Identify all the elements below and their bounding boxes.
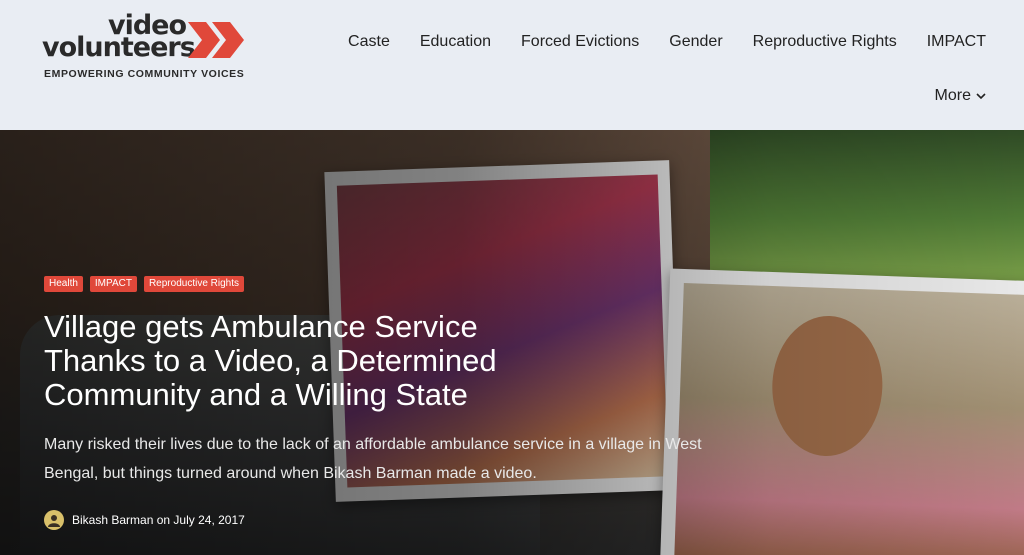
nav-item-impact[interactable]: IMPACT — [912, 30, 986, 54]
featured-article-hero[interactable]: Health IMPACT Reproductive Rights Villag… — [0, 130, 1024, 555]
nav-item-caste[interactable]: Caste — [333, 30, 405, 54]
article-excerpt: Many risked their lives due to the lack … — [44, 436, 702, 482]
date-prefix: on — [156, 513, 171, 527]
author-name[interactable]: Bikash Barman — [72, 513, 153, 527]
nav-item-forced-evictions[interactable]: Forced Evictions — [506, 30, 654, 54]
author-avatar[interactable] — [44, 510, 64, 530]
nav-item-gender[interactable]: Gender — [654, 30, 737, 54]
article-tags: Health IMPACT Reproductive Rights — [44, 276, 244, 292]
article-title[interactable]: Village gets Ambulance Service Thanks to… — [44, 310, 564, 412]
logo-word-volunteers: volunteers — [42, 32, 196, 63]
nav-item-education[interactable]: Education — [405, 30, 506, 54]
logo-tagline: EMPOWERING COMMUNITY VOICES — [44, 68, 245, 80]
tag-health[interactable]: Health — [44, 276, 83, 292]
main-nav: Caste Education Forced Evictions Gender … — [333, 30, 986, 54]
site-logo[interactable]: video volunteers EMPOWERING COMMUNITY VO… — [42, 12, 262, 82]
person-icon — [48, 515, 60, 527]
publish-date: July 24, 2017 — [173, 513, 245, 527]
site-header: video volunteers EMPOWERING COMMUNITY VO… — [0, 0, 1024, 130]
nav-more-label: More — [934, 87, 971, 104]
double-arrow-icon — [188, 22, 244, 58]
nav-more-button[interactable]: More — [935, 84, 986, 108]
chevron-down-icon — [976, 92, 986, 99]
nav-item-reproductive-rights[interactable]: Reproductive Rights — [738, 30, 912, 54]
tag-reproductive-rights[interactable]: Reproductive Rights — [143, 276, 244, 292]
tag-impact[interactable]: IMPACT — [89, 276, 137, 292]
article-byline: Bikash Barman on July 24, 2017 — [44, 510, 245, 530]
